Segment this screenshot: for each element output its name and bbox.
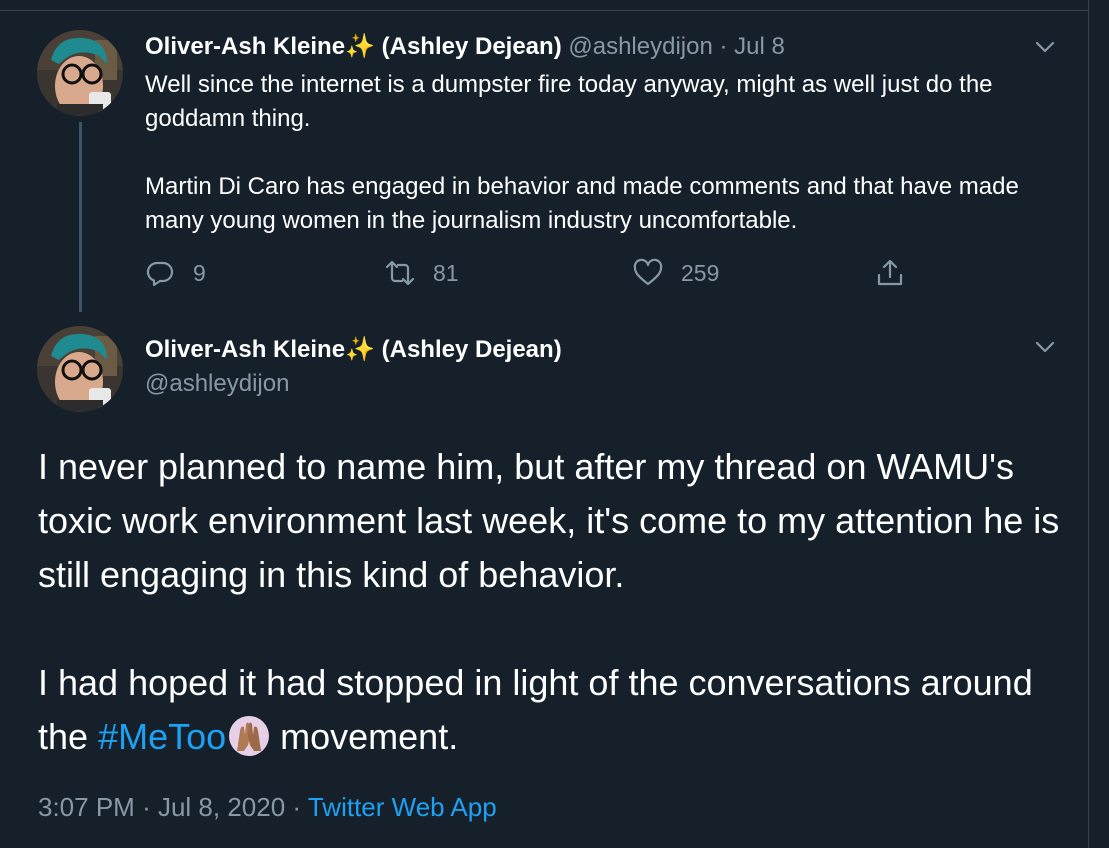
share-icon — [877, 259, 903, 286]
avatar[interactable] — [37, 326, 123, 412]
chevron-down-icon[interactable] — [1034, 36, 1056, 58]
tweet1-paragraph: Well since the internet is a dumpster fi… — [145, 71, 993, 132]
thread-connector-line — [79, 122, 82, 312]
retweet-count: 81 — [433, 259, 459, 286]
like-button[interactable]: 259 — [633, 255, 719, 291]
tweet1-text: Well since the internet is a dumpster fi… — [145, 68, 1070, 238]
avatar[interactable] — [37, 30, 123, 116]
chevron-down-icon[interactable] — [1034, 336, 1056, 358]
tweet-full-date[interactable]: Jul 8, 2020 — [158, 792, 285, 822]
hashtag-link[interactable]: #MeToo — [98, 716, 226, 757]
display-name[interactable]: Oliver-Ash Kleine — [145, 336, 345, 363]
tweet2-paragraph-end: movement. — [280, 716, 459, 757]
separator-dot: · — [719, 33, 728, 60]
frame-right-border — [1088, 0, 1089, 848]
reply-count: 9 — [193, 259, 206, 286]
tweet2-paragraph: I never planned to name him, but after m… — [38, 446, 1060, 595]
tweet1-header: Oliver-Ash Kleine✨ (Ashley Dejean) @ashl… — [145, 32, 785, 62]
retweet-icon — [385, 260, 415, 286]
frame-top-border — [0, 10, 1089, 11]
reply-button[interactable]: 9 — [145, 255, 206, 291]
sparkles-emoji: ✨ — [345, 33, 375, 60]
separator-dot: · — [142, 792, 151, 822]
avatar-image — [37, 326, 123, 412]
handle[interactable]: @ashleydijon — [568, 33, 712, 60]
tweet-date[interactable]: Jul 8 — [734, 33, 785, 60]
display-name-suffix[interactable]: (Ashley Dejean) — [382, 33, 562, 60]
reply-icon — [146, 261, 174, 287]
sparkles-emoji: ✨ — [345, 336, 375, 363]
display-name[interactable]: Oliver-Ash Kleine — [145, 33, 345, 60]
tweet-source-link[interactable]: Twitter Web App — [308, 792, 497, 822]
tweet1-paragraph: Martin Di Caro has engaged in behavior a… — [145, 173, 1019, 234]
handle[interactable]: @ashleydijon — [145, 370, 289, 397]
tweet2-header: Oliver-Ash Kleine✨ (Ashley Dejean) — [145, 335, 562, 365]
avatar-image — [37, 30, 123, 116]
separator-dot: · — [292, 792, 302, 822]
tweet2-meta: 3:07 PM · Jul 8, 2020 · Twitter Web App — [38, 788, 497, 826]
tweet2-handle-row: @ashleydijon — [145, 369, 289, 399]
display-name-suffix[interactable]: (Ashley Dejean) — [382, 336, 562, 363]
retweet-button[interactable]: 81 — [385, 255, 459, 291]
raised-hands-emoji-icon — [229, 716, 270, 756]
tweet2-paragraph: I had hoped it had stopped in light of t… — [38, 656, 1078, 764]
share-button[interactable] — [875, 255, 905, 291]
tweet1-action-bar: 9 81 259 — [145, 255, 925, 291]
like-icon — [633, 258, 663, 286]
tweet-time[interactable]: 3:07 PM — [38, 792, 135, 822]
tweet2-text: I never planned to name him, but after m… — [38, 440, 1078, 764]
like-count: 259 — [681, 259, 720, 286]
